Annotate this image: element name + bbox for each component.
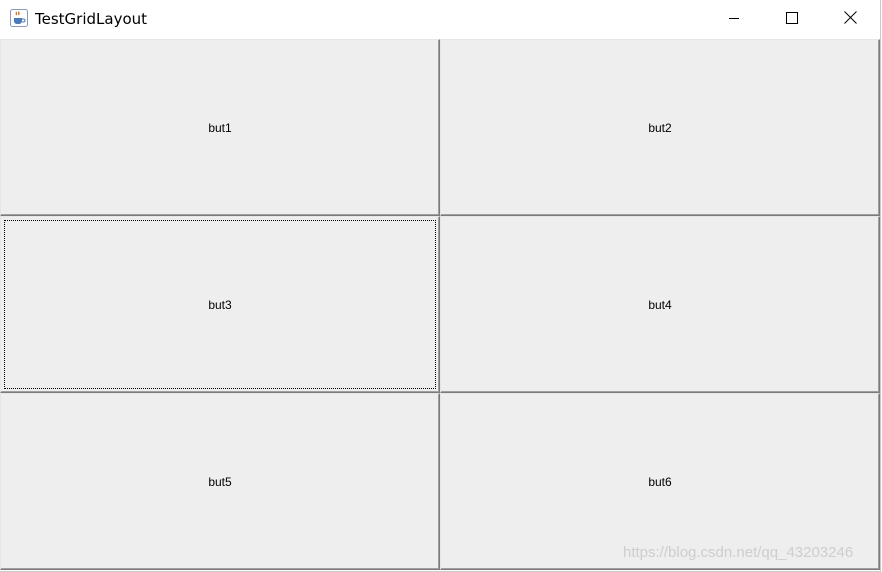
but5-button[interactable]: but5 [0, 393, 440, 570]
but4-button[interactable]: but4 [440, 216, 880, 393]
close-button[interactable] [821, 0, 879, 39]
but3-button[interactable]: but3 [0, 216, 440, 393]
maximize-icon [786, 11, 798, 29]
java-coffee-icon[interactable] [10, 9, 28, 27]
minimize-button[interactable] [705, 0, 763, 39]
but1-button[interactable]: but1 [0, 39, 440, 216]
maximize-button[interactable] [763, 0, 821, 39]
but2-button[interactable]: but2 [440, 39, 880, 216]
grid-layout-panel: but1 but2 but3 but4 but5 but6 [0, 39, 880, 570]
button-label: but2 [648, 120, 672, 135]
watermark-text: https://blog.csdn.net/qq_43203246 [623, 544, 854, 561]
close-icon [843, 10, 857, 29]
title-bar[interactable]: TestGridLayout [0, 0, 880, 39]
window-title: TestGridLayout [35, 10, 148, 28]
button-label: but6 [648, 474, 672, 489]
button-label: but4 [648, 297, 672, 312]
button-label: but1 [208, 120, 232, 135]
button-label: but5 [208, 474, 232, 489]
minimize-icon [728, 11, 740, 29]
app-window: TestGridLayout but1 but2 but3 but4 but5 … [0, 0, 881, 572]
button-label: but3 [208, 297, 232, 312]
